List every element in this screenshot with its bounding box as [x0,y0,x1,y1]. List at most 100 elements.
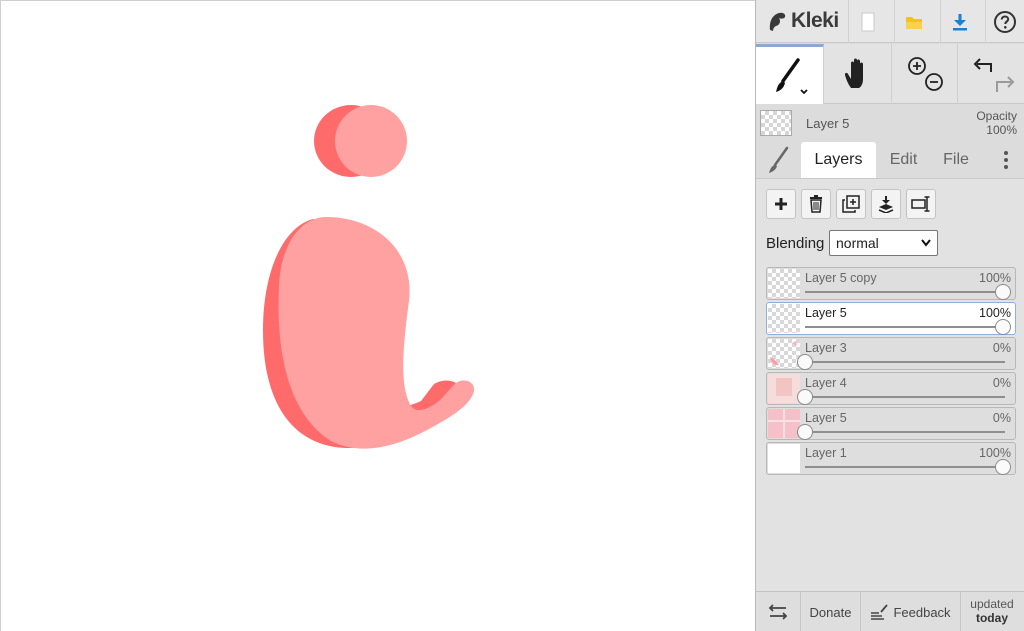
updated-status: updated today [963,597,1021,625]
merge-down-icon [878,196,894,213]
layer-thumbnail [768,444,800,473]
layer-name: Layer 3 [805,341,847,355]
undo-redo-icon [973,58,1014,92]
opacity-slider-handle[interactable] [797,424,813,440]
layer-name: Layer 1 [805,446,847,460]
rename-layer-icon [911,196,930,212]
layer-name: Layer 5 [805,411,847,425]
swap-arrows-icon [768,604,788,620]
undo-redo-button[interactable] [958,44,1024,104]
opacity-slider-track[interactable] [805,326,1005,328]
canvas-artwork [263,105,475,449]
feedback-button[interactable]: Feedback [861,592,961,631]
layer-name: Layer 5 copy [805,271,877,285]
zoom-icon [907,57,943,91]
tab-edit[interactable]: Edit [876,142,931,178]
folder-icon [905,16,922,29]
layer-thumbnail [768,304,800,333]
delete-layer-button[interactable] [801,189,831,219]
brush-tool-button[interactable] [756,44,824,104]
side-panel: Kleki Layer 5 Opacity 100% Layers Edit F… [755,0,1024,631]
swap-panel-button[interactable] [756,592,801,631]
duplicate-layer-icon [842,195,860,213]
panel-tabs: Layers Edit File [756,142,1024,178]
updated-label: updated [970,597,1014,611]
layer-thumbnail [768,269,800,298]
opacity-value: 100% [986,123,1017,137]
brush-icon [775,57,808,94]
open-image-button[interactable] [894,0,932,43]
opacity-slider-handle[interactable] [797,354,813,370]
layer-preview [776,378,792,396]
new-image-button[interactable] [848,0,886,43]
drawing-canvas[interactable] [0,0,755,631]
new-image-icon [861,12,874,31]
kleki-logo[interactable]: Kleki [766,7,839,35]
add-layer-button[interactable] [766,189,796,219]
feedback-icon [871,604,889,620]
opacity-slider-track[interactable] [805,396,1005,398]
help-button[interactable] [985,0,1023,43]
dot-shape [335,105,407,177]
opacity-slider-handle[interactable] [995,319,1011,335]
download-button[interactable] [940,0,978,43]
layer-item-selected[interactable]: Layer 5 100% [766,302,1016,335]
current-layer-info: Layer 5 Opacity 100% [756,104,1024,142]
opacity-slider-track[interactable] [805,431,1005,433]
layer-preview [768,409,800,438]
layer-item[interactable]: Layer 5 copy 100% [766,267,1016,300]
brush-tab[interactable] [756,142,801,178]
layer-item[interactable]: Layer 3 0% [766,337,1016,370]
brush-settings-icon [768,146,788,173]
tab-layers-label: Layers [814,151,863,168]
chevron-down-icon [921,239,931,247]
help-icon [993,10,1016,33]
blending-value: normal [836,235,879,251]
opacity-slider-handle[interactable] [797,389,813,405]
opacity-slider-handle[interactable] [995,284,1011,300]
kleki-logo-icon [769,12,786,31]
current-layer-thumbnail [760,110,792,136]
opacity-slider-handle[interactable] [995,459,1011,475]
donate-button[interactable]: Donate [801,592,861,631]
layer-opacity: 0% [992,341,1011,355]
opacity-slider-track[interactable] [805,291,1005,293]
blending-select[interactable]: normal [829,230,938,256]
tab-layers[interactable]: Layers [801,142,876,178]
layer-name: Layer 4 [805,376,847,390]
stem-shape [278,217,475,449]
tab-edit-label: Edit [889,151,918,168]
more-vertical-icon [1003,151,1008,169]
layer-item[interactable]: Layer 4 0% [766,372,1016,405]
current-layer-name: Layer 5 [806,116,850,131]
layer-preview [770,341,797,366]
tab-file-label: File [943,151,969,168]
blending-label: Blending [766,235,825,252]
updated-value: today [975,611,1008,625]
zoom-tool-button[interactable] [892,44,958,104]
layer-opacity: 0% [992,376,1011,390]
opacity-slider-track[interactable] [805,361,1005,363]
app-title: Kleki [791,9,839,32]
more-menu-button[interactable] [986,142,1024,178]
layer-item[interactable]: Layer 1 100% [766,442,1016,475]
add-layer-icon [775,198,787,210]
layer-item[interactable]: Layer 5 0% [766,407,1016,440]
layer-opacity: 100% [979,446,1011,460]
hand-tool-button[interactable] [824,44,892,104]
current-layer-opacity[interactable]: Opacity 100% [976,109,1017,137]
layer-opacity: 100% [979,271,1011,285]
opacity-slider-track[interactable] [805,466,1005,468]
layer-thumbnail [768,374,800,403]
top-bar: Kleki [756,0,1024,43]
tab-file[interactable]: File [931,142,981,178]
layer-thumbnail [768,409,800,438]
feedback-label: Feedback [893,604,951,620]
donate-label: Donate [809,604,852,620]
download-icon [952,13,967,30]
rename-layer-button[interactable] [906,189,936,219]
merge-down-button[interactable] [871,189,901,219]
duplicate-layer-button[interactable] [836,189,866,219]
layer-opacity: 100% [979,306,1011,320]
delete-layer-icon [810,195,822,213]
